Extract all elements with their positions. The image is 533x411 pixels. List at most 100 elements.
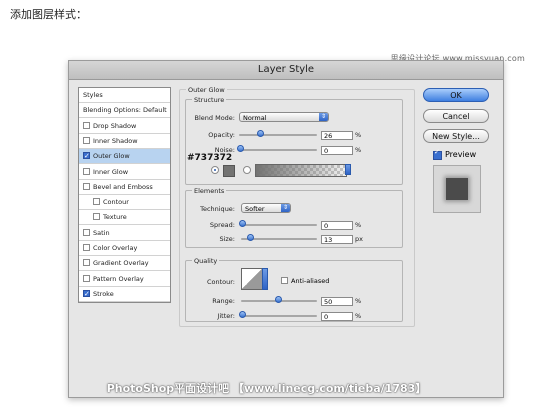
blend-mode-select[interactable]: Normal ⇕ xyxy=(239,112,329,122)
range-unit: % xyxy=(355,297,362,305)
opacity-slider-knob[interactable] xyxy=(257,130,264,137)
style-label: Pattern Overlay xyxy=(93,274,144,283)
styles-item[interactable]: Bevel and Emboss xyxy=(79,180,170,195)
style-label: Inner Glow xyxy=(93,167,129,176)
styles-item[interactable]: Inner Glow xyxy=(79,165,170,180)
styles-list: Styles Blending Options: Default Drop Shad… xyxy=(78,87,171,303)
outer-glow-title: Outer Glow xyxy=(186,86,227,94)
styles-item[interactable]: Pattern Overlay xyxy=(79,272,170,287)
jitter-slider-knob[interactable] xyxy=(239,311,246,318)
chevron-down-icon: ⇕ xyxy=(281,204,290,212)
cancel-button[interactable]: Cancel xyxy=(423,109,489,123)
gradient-dropdown[interactable] xyxy=(345,164,351,175)
contour-picker[interactable] xyxy=(241,268,263,290)
style-label: Outer Glow xyxy=(93,152,130,161)
spread-slider[interactable] xyxy=(241,224,317,226)
jitter-slider[interactable] xyxy=(241,315,317,317)
style-checkbox[interactable] xyxy=(93,198,100,206)
range-input[interactable]: 50 xyxy=(321,297,353,306)
style-label: Color Overlay xyxy=(93,244,138,252)
anti-aliased-checkbox[interactable] xyxy=(281,277,288,284)
technique-label: Technique: xyxy=(200,205,235,213)
size-unit: px xyxy=(355,235,363,243)
style-label: Bevel and Emboss xyxy=(93,182,153,191)
opacity-input[interactable]: 26 xyxy=(321,131,353,140)
styles-item[interactable]: Inner Shadow xyxy=(79,134,170,149)
anti-aliased-label: Anti-aliased xyxy=(291,277,330,285)
noise-input[interactable]: 0 xyxy=(321,146,353,155)
preview-checkbox[interactable] xyxy=(433,148,442,160)
style-checkbox[interactable] xyxy=(83,244,90,251)
contour-label: Contour: xyxy=(206,278,235,286)
style-label: Contour xyxy=(103,198,129,207)
opacity-unit: % xyxy=(355,131,362,139)
styles-item[interactable]: Blending Options: Default xyxy=(79,103,170,119)
style-label: Stroke xyxy=(93,289,114,298)
technique-value: Softer xyxy=(245,205,265,213)
style-checkbox[interactable] xyxy=(83,182,90,190)
style-checkbox[interactable] xyxy=(83,149,90,164)
layer-style-dialog: Layer Style Styles Blending Options: Defa… xyxy=(68,60,504,398)
gradient-swatch[interactable] xyxy=(255,164,347,177)
style-label: Texture xyxy=(103,213,127,222)
elements-title: Elements xyxy=(192,187,227,195)
jitter-label: Jitter: xyxy=(217,312,235,320)
style-checkbox[interactable] xyxy=(93,213,100,221)
styles-item[interactable]: Satin xyxy=(79,226,170,241)
jitter-input[interactable]: 0 xyxy=(321,312,353,321)
styles-item[interactable]: Stroke xyxy=(79,287,170,302)
preview-thumbnail xyxy=(433,165,481,213)
ok-button[interactable]: OK xyxy=(423,88,489,102)
contour-dropdown[interactable] xyxy=(262,268,268,290)
styles-item[interactable]: Styles xyxy=(79,88,170,103)
page-heading: 添加图层样式： xyxy=(10,8,87,21)
style-label: Satin xyxy=(93,228,110,237)
styles-item[interactable]: Color Overlay xyxy=(79,241,170,256)
noise-slider-knob[interactable] xyxy=(237,145,244,152)
solid-color-radio[interactable] xyxy=(211,166,219,174)
styles-item[interactable]: Gradient Overlay xyxy=(79,256,170,272)
preview-label: Preview xyxy=(445,150,477,159)
style-label: Gradient Overlay xyxy=(93,259,149,268)
spread-input[interactable]: 0 xyxy=(321,221,353,230)
technique-select[interactable]: Softer ⇕ xyxy=(241,203,291,213)
size-slider-knob[interactable] xyxy=(247,234,254,241)
style-checkbox[interactable] xyxy=(83,121,90,129)
gradient-radio[interactable] xyxy=(243,166,251,174)
style-checkbox[interactable] xyxy=(83,228,90,236)
jitter-unit: % xyxy=(355,312,362,320)
style-label: Styles xyxy=(83,91,103,99)
quality-title: Quality xyxy=(192,257,220,265)
spread-slider-knob[interactable] xyxy=(239,220,246,227)
styles-item[interactable]: Contour xyxy=(79,195,170,211)
styles-item[interactable]: Outer Glow xyxy=(79,149,170,165)
range-slider-knob[interactable] xyxy=(275,296,282,303)
watermark-bottom: PhotoShop平面设计吧 【www.linecg.com/tieba/178… xyxy=(106,382,427,395)
style-checkbox[interactable] xyxy=(83,259,90,267)
range-label: Range: xyxy=(212,297,235,305)
styles-item[interactable]: Texture xyxy=(79,210,170,226)
new-style-button[interactable]: New Style... xyxy=(423,129,489,143)
style-checkbox[interactable] xyxy=(83,274,90,282)
preview-shape xyxy=(446,178,468,200)
style-checkbox[interactable] xyxy=(83,136,90,144)
style-label: Blending Options: Default xyxy=(83,106,167,115)
styles-item[interactable]: Drop Shadow xyxy=(79,119,170,134)
style-label: Drop Shadow xyxy=(93,121,137,130)
noise-unit: % xyxy=(355,146,362,154)
spread-label: Spread: xyxy=(209,221,235,229)
blend-mode-value: Normal xyxy=(243,114,267,122)
opacity-slider[interactable] xyxy=(239,134,317,136)
size-label: Size: xyxy=(219,235,235,243)
dialog-title: Layer Style xyxy=(69,61,503,80)
size-input[interactable]: 13 xyxy=(321,235,353,244)
style-checkbox[interactable] xyxy=(83,287,90,302)
spread-unit: % xyxy=(355,221,362,229)
opacity-label: Opacity: xyxy=(208,131,235,139)
noise-slider[interactable] xyxy=(239,149,317,151)
glow-color-swatch[interactable] xyxy=(223,165,235,177)
structure-title: Structure xyxy=(192,96,227,104)
color-hex-annotation: #737372 xyxy=(187,153,233,163)
chevron-down-icon: ⇕ xyxy=(319,113,328,121)
style-checkbox[interactable] xyxy=(83,167,90,175)
